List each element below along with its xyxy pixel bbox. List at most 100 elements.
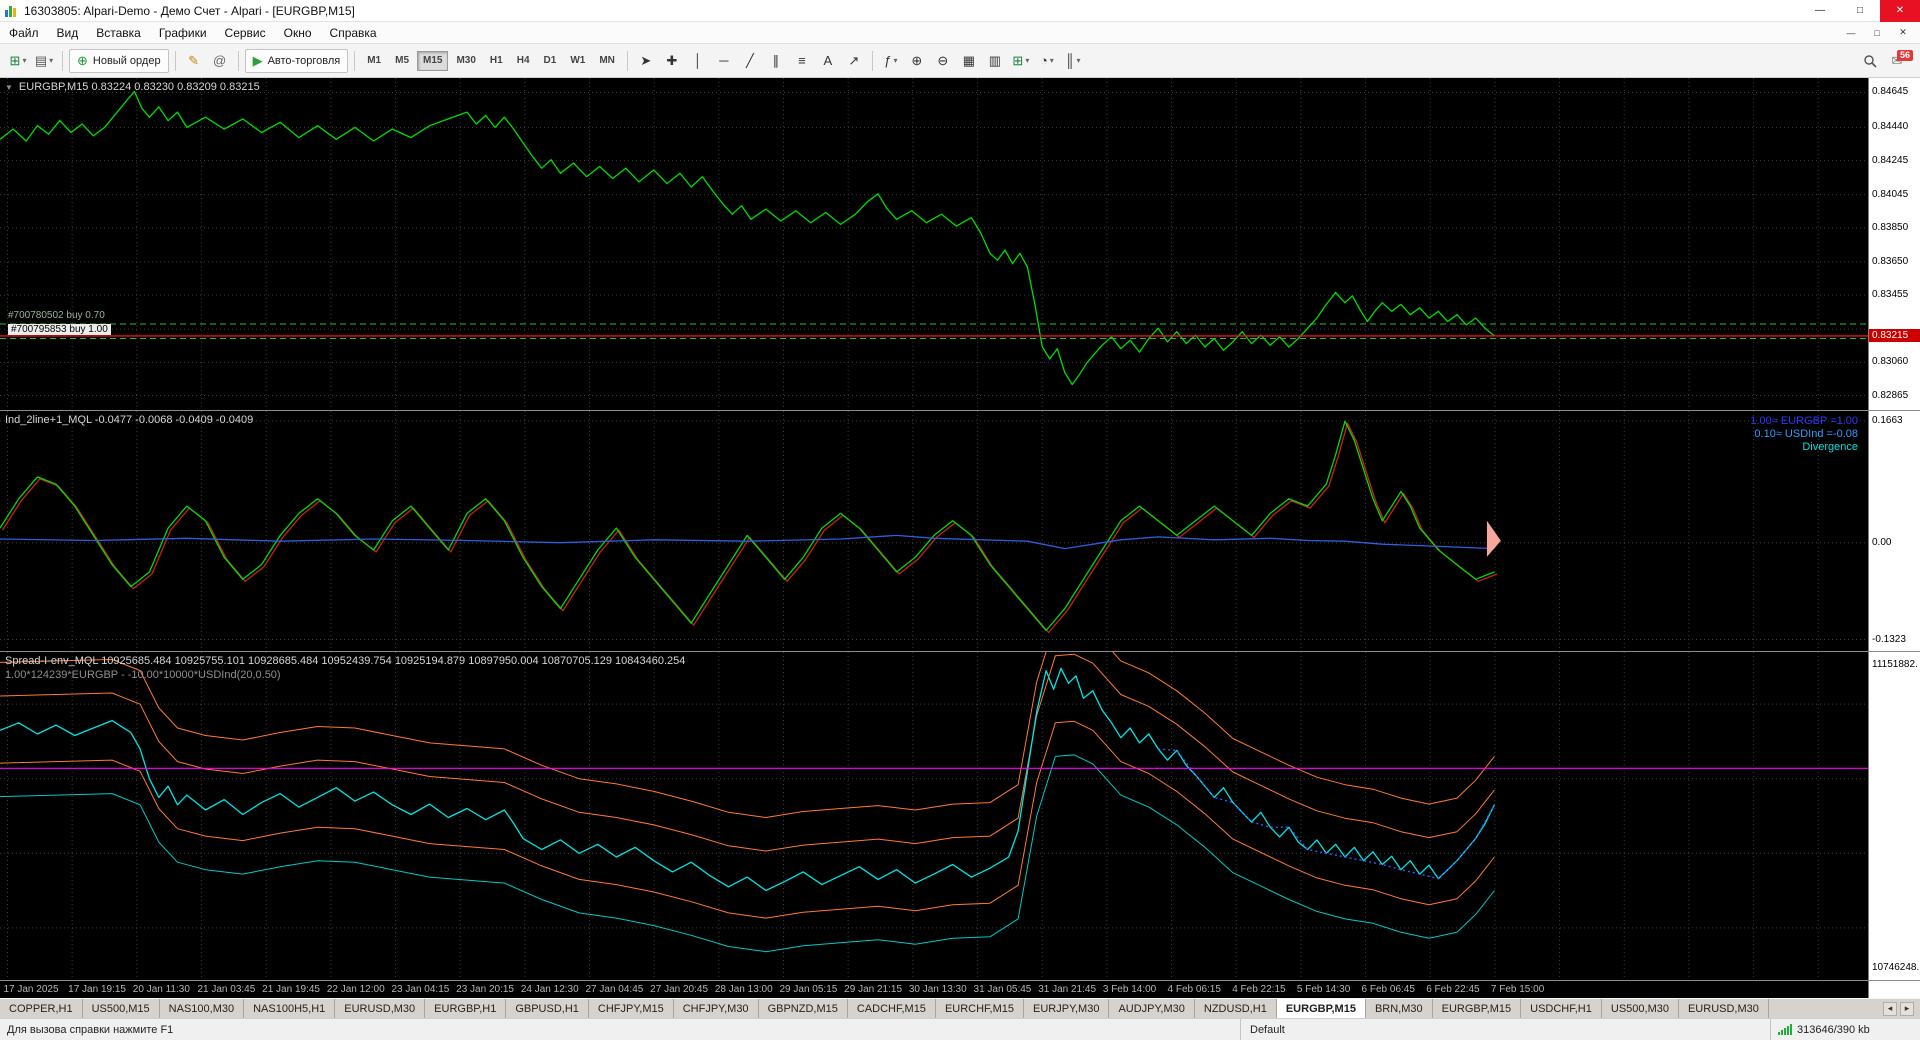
trendline-button[interactable]: ╱ <box>738 49 762 73</box>
crosshair-button[interactable]: ✚ <box>660 49 684 73</box>
metaeditor-button[interactable]: ✎ <box>182 49 206 73</box>
timeframe-m15-button[interactable]: M15 <box>417 50 449 71</box>
arrow-objects-icon: ↗ <box>848 53 860 68</box>
new-order-button[interactable]: ⊕ Новый ордер <box>69 48 169 73</box>
new-chart-button[interactable]: ⊞ ▾ <box>6 49 30 73</box>
mdi-restore-button[interactable]: □ <box>1864 24 1890 42</box>
menu-bar: Файл Вид Вставка Графики Сервис Окно Справка —… <box>0 22 1920 44</box>
order-label[interactable]: #700780502 buy 0.70 <box>8 310 105 321</box>
timeframe-h4-button[interactable]: H4 <box>511 51 536 71</box>
price-plot[interactable]: ▼ EURGBP,M15 0.83224 0.83230 0.83209 0.8… <box>0 78 1868 410</box>
indicators-button[interactable]: ƒ ▾ <box>879 49 903 73</box>
chart-tab[interactable]: COPPER,H1 <box>0 999 83 1018</box>
equidistant-channel-button[interactable]: ∥ <box>764 49 788 73</box>
close-button[interactable]: ✕ <box>1880 0 1920 22</box>
templates-button[interactable]: ║ ▾ <box>1061 49 1085 73</box>
chart-tab[interactable]: EURGBP,M15 <box>1432 999 1522 1018</box>
fibonacci-button[interactable]: ≡ <box>790 49 814 73</box>
tab-scroll-right-icon: ▸ <box>1904 1003 1910 1013</box>
minimize-button[interactable]: — <box>1800 0 1840 22</box>
profiles-button[interactable]: ▤ ▾ <box>32 49 56 73</box>
chart-tab[interactable]: EURUSD,M30 <box>1678 999 1769 1018</box>
spread-scale[interactable]: 11151882. 10746248. <box>1868 652 1920 980</box>
menu-item[interactable]: Вставка <box>87 22 150 44</box>
arrow-objects-button[interactable]: ↗ <box>842 49 866 73</box>
timeframe-h1-button[interactable]: H1 <box>484 51 509 71</box>
autotrade-button[interactable]: ▶ Авто-торговля <box>244 48 349 73</box>
price-scale[interactable]: 0.84645 0.84440 0.84245 0.84045 0.83850 0.836… <box>1868 78 1920 410</box>
zoom-in-button[interactable]: ⊕ <box>905 49 929 73</box>
timeframe-mn-button[interactable]: MN <box>593 51 621 71</box>
chart-tab[interactable]: EURGBP,M15 <box>1276 999 1366 1018</box>
toolbar-separator <box>174 50 176 71</box>
chart-tab[interactable]: EURUSD,M30 <box>335 999 426 1018</box>
title-bar: 16303805: Alpari-Demo - Демо Счет - Alpa… <box>0 0 1920 22</box>
indicator-plot[interactable]: Ind_2line+1_MQL -0.0477 -0.0068 -0.0409 … <box>0 411 1868 651</box>
tile-windows-button[interactable]: ▦ <box>957 49 981 73</box>
chart-tab[interactable]: EURGBP,H1 <box>425 999 507 1018</box>
price-panel-canvas[interactable] <box>0 78 1868 410</box>
time-label: 23 Jan 20:15 <box>456 984 514 995</box>
chart-tab[interactable]: BRN,M30 <box>1365 999 1433 1018</box>
spread-title: Spread-I-env_MQL 10925685.484 10925755.1… <box>5 655 685 667</box>
mql5-community-button[interactable]: @ <box>208 49 232 73</box>
chart-tab[interactable]: CADCHF,M15 <box>847 999 936 1018</box>
menu-item[interactable]: Окно <box>275 22 321 44</box>
periods-button[interactable]: ◔ ▾ <box>1035 49 1059 73</box>
chart-tab[interactable]: US500,M15 <box>82 999 160 1018</box>
timeframe-m30-button[interactable]: M30 <box>450 51 481 71</box>
time-label: 4 Feb 06:15 <box>1167 984 1221 995</box>
chart-tab[interactable]: EURCHF,M15 <box>935 999 1025 1018</box>
chart-tab[interactable]: USDCHF,H1 <box>1521 999 1602 1018</box>
mdi-minimize-button[interactable]: — <box>1838 24 1864 42</box>
autotrade-icon: ▶ <box>252 53 263 68</box>
menu-item[interactable]: Файл <box>0 22 48 44</box>
time-axis[interactable]: 17 Jan 2025 17 Jan 19:15 20 Jan 11:30 21 Ja… <box>0 980 1920 998</box>
chart-tab[interactable]: GBPNZD,M15 <box>758 999 848 1018</box>
toolbar-separator <box>354 50 356 71</box>
cascade-windows-button[interactable]: ▥ <box>983 49 1007 73</box>
notifications-button[interactable]: ✉ 56 <box>1883 49 1913 73</box>
timeframe-d1-button[interactable]: D1 <box>538 51 563 71</box>
timeframe-m5-button[interactable]: M5 <box>389 51 415 71</box>
tab-scroll-right-button[interactable]: ▸ <box>1900 1001 1914 1016</box>
chart-tab[interactable]: CHFJPY,M15 <box>588 999 674 1018</box>
menu-item[interactable]: Графики <box>150 22 216 44</box>
maximize-button[interactable]: □ <box>1840 0 1880 22</box>
menu-item[interactable]: Сервис <box>216 22 275 44</box>
chart-tab[interactable]: AUDJPY,M30 <box>1109 999 1195 1018</box>
chart-tab[interactable]: NAS100,M30 <box>159 999 245 1018</box>
menu-item[interactable]: Вид <box>48 22 88 44</box>
time-label: 29 Jan 05:15 <box>779 984 838 995</box>
chart-tab[interactable]: NZDUSD,H1 <box>1194 999 1277 1018</box>
horizontal-line-icon: ─ <box>719 53 729 68</box>
vertical-line-button[interactable]: │ <box>686 49 710 73</box>
timeframe-m1-button[interactable]: M1 <box>361 51 387 71</box>
chart-tab[interactable]: CHFJPY,M30 <box>673 999 759 1018</box>
search-button[interactable] <box>1858 49 1882 73</box>
time-label: 29 Jan 21:15 <box>844 984 902 995</box>
zoom-out-button[interactable]: ⊖ <box>931 49 955 73</box>
add-chart-button[interactable]: ⊞ ▾ <box>1009 49 1033 73</box>
menu-item[interactable]: Справка <box>321 22 386 44</box>
indicator-scale[interactable]: 0.1663 0.00 -0.1323 <box>1868 411 1920 651</box>
chart-tab[interactable]: US500,M30 <box>1601 999 1679 1018</box>
trendline-icon: ╱ <box>745 53 754 68</box>
text-tool-button[interactable]: A <box>816 49 840 73</box>
tab-scroll-left-button[interactable]: ◂ <box>1883 1001 1897 1016</box>
spread-panel-canvas[interactable] <box>0 652 1868 980</box>
chart-tab[interactable]: GBPUSD,H1 <box>506 999 589 1018</box>
dropdown-arrow-icon: ▾ <box>1025 56 1030 65</box>
spread-plot[interactable]: Spread-I-env_MQL 10925685.484 10925755.1… <box>0 652 1868 980</box>
collapse-icon[interactable]: ▼ <box>5 83 13 92</box>
timeframe-w1-button[interactable]: W1 <box>564 51 591 71</box>
status-profile[interactable]: Default <box>1240 1019 1770 1040</box>
cursor-button[interactable]: ➤ <box>634 49 658 73</box>
order-label[interactable]: #700795853 buy 1.00 <box>8 324 111 336</box>
mdi-close-button[interactable]: ✕ <box>1890 24 1916 42</box>
price-panel: ▼ EURGBP,M15 0.83224 0.83230 0.83209 0.8… <box>0 78 1920 410</box>
chart-tab[interactable]: EURJPY,M30 <box>1024 999 1110 1018</box>
indicator-panel-canvas[interactable] <box>0 411 1868 651</box>
horizontal-line-button[interactable]: ─ <box>712 49 736 73</box>
chart-tab[interactable]: NAS100H5,H1 <box>244 999 336 1018</box>
